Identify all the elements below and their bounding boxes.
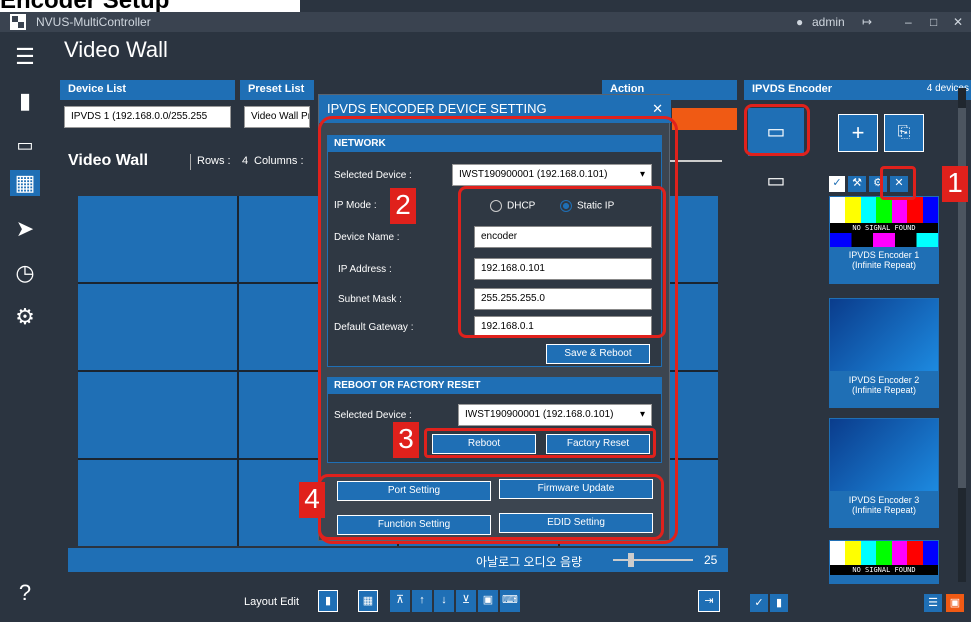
encoder-name: IPVDS Encoder 3 [848,495,920,505]
layout-edit-bar: Layout Edit ▮ ▦ ⊼ ↑ ↓ ⊻ ▣ ⌨ ⇥ [60,588,737,618]
audio-value: 25 [704,553,718,567]
wall-cell[interactable] [78,460,237,546]
rows-value[interactable]: 4 [242,155,248,167]
highlight-reset-buttons [424,428,656,458]
dialog-title: IPVDS ENCODER DEVICE SETTING [327,101,547,116]
highlight-network-fields [458,186,666,338]
rows-label: Rows : [197,155,231,167]
videowall-label: Video Wall [68,152,149,169]
keyboard-icon[interactable]: ⌨ [500,590,520,612]
wall-cell[interactable] [78,372,237,458]
select-all-icon[interactable]: ✓ [750,594,768,612]
add-encoder-icon[interactable]: + [838,114,878,152]
encoder-name: IPVDS Encoder 2 [848,375,920,385]
expand-icon[interactable]: ⇥ [698,590,720,612]
scrollbar[interactable] [958,88,966,582]
minimize-button[interactable]: – [905,15,912,29]
menu-icon[interactable]: ☰ [12,44,38,70]
layout-edit-label: Layout Edit [244,596,300,608]
encoder-preview [830,299,938,371]
divider [190,154,191,170]
send-icon[interactable]: ➤ [12,216,38,242]
app-title: NVUS-MultiController [36,15,151,29]
audio-slider[interactable] [613,559,693,561]
encoder-status: (Infinite Repeat) [851,260,917,270]
no-signal-text: NO SIGNAL FOUND [830,565,938,575]
audio-slider-thumb[interactable] [628,553,634,567]
encoder-panel-header: IPVDS Encoder 4 devices [744,80,971,100]
columns-label: Columns : [254,155,304,167]
move-up-icon[interactable]: ↑ [412,590,432,612]
close-button[interactable]: ✕ [953,15,963,29]
encoder-card[interactable]: IPVDS Encoder 3 (Infinite Repeat) [829,418,939,528]
sidebar: ☰ ▮ ▭ ▦ ➤ ◷ ⚙ ? [0,32,50,622]
title-bar: NVUS-MultiController ● admin ↦ – □ ✕ [0,12,971,32]
encoder-status: (Infinite Repeat) [851,385,917,395]
action-button[interactable] [672,108,737,130]
decoder-tab-icon[interactable]: ▭ [758,168,794,192]
preset-list-panel: Preset List Video Wall Pr [240,80,314,134]
settings-gear-icon[interactable]: ⚙ [12,304,38,330]
encoder-panel: IPVDS Encoder 4 devices ▭ ▭ + ⎘ ✓ ⚒ ⚙ ✕ … [744,78,971,622]
user-name[interactable]: admin [812,15,845,29]
image-view-icon[interactable]: ▣ [946,594,964,612]
device-list-select[interactable]: IPVDS 1 (192.168.0.0/255.255 [64,106,231,128]
color-bars [830,541,938,565]
list-view-icon[interactable]: ☰ [924,594,942,612]
move-down-icon[interactable]: ↓ [434,590,454,612]
color-bars-bottom [830,233,938,247]
document-title: Encoder Setup [0,0,300,13]
audio-bar: 아날로그 오디오 음량 25 [68,548,728,572]
callout-badge-4: 4 [299,482,325,518]
trash-icon[interactable]: ▮ [770,594,788,612]
encoder-status: (Infinite Repeat) [851,505,917,515]
fit-icon[interactable]: ▣ [478,590,498,612]
clock-icon[interactable]: ◷ [12,260,38,286]
file-icon[interactable]: ▮ [12,88,38,114]
callout-badge-3: 3 [393,422,419,458]
grid-icon[interactable]: ▦ [358,590,378,612]
encoder-card[interactable]: NO SIGNAL FOUND [829,540,939,584]
callout-badge-1: 1 [942,166,968,202]
audio-label: 아날로그 오디오 음량 [476,555,583,569]
move-bottom-icon[interactable]: ⊻ [456,590,476,612]
dialog-close-icon[interactable]: ✕ [652,101,663,117]
copy-icon[interactable]: ⎘ [884,114,924,152]
device-list-panel: Device List IPVDS 1 (192.168.0.0/255.255 [60,80,235,134]
select-check-icon[interactable]: ✓ [829,176,845,192]
encoder-panel-title: IPVDS Encoder [752,83,833,95]
wall-cell[interactable] [78,196,237,282]
logout-icon[interactable]: ↦ [862,15,872,29]
encoder-card[interactable]: IPVDS Encoder 2 (Infinite Repeat) [829,298,939,408]
encoder-preview [830,419,938,491]
encoder-card[interactable]: NO SIGNAL FOUND IPVDS Encoder 1 (Infinit… [829,196,939,284]
encoder-name: IPVDS Encoder 1 [848,250,920,260]
device-icon[interactable]: ▭ [12,132,38,158]
maximize-button[interactable]: □ [930,15,937,29]
color-bars [830,197,938,223]
help-icon[interactable]: ? [12,580,38,606]
callout-badge-2: 2 [390,188,416,224]
highlight-encoder-tab [744,104,810,156]
videowall-icon[interactable]: ▦ [10,170,40,196]
move-top-icon[interactable]: ⊼ [390,590,410,612]
device-list-label: Device List [60,80,235,100]
no-signal-text: NO SIGNAL FOUND [830,223,938,233]
wrench-icon[interactable]: ⚒ [848,176,866,192]
highlight-setting-buttons [318,474,664,540]
app-logo-icon [10,14,26,30]
preset-list-label: Preset List [240,80,314,100]
page-title: Video Wall [64,37,168,62]
wall-cell[interactable] [78,284,237,370]
scrollbar-thumb[interactable] [958,108,966,488]
highlight-settings-icon [880,166,916,200]
user-icon: ● [796,15,804,29]
delete-icon[interactable]: ▮ [318,590,338,612]
preset-list-select[interactable]: Video Wall Pr [244,106,310,128]
